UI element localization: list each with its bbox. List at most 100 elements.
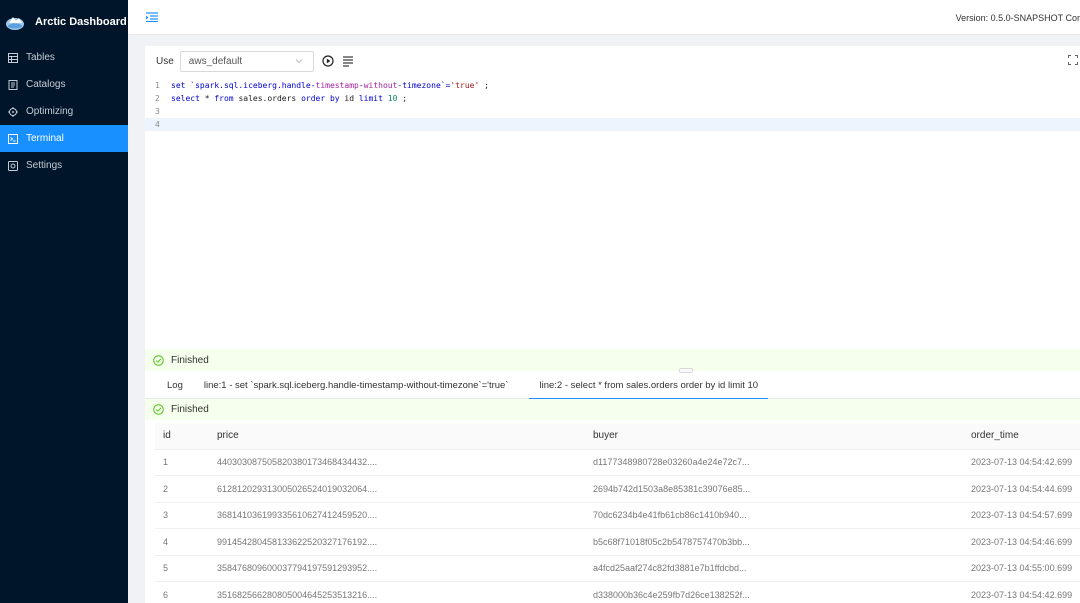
sidebar-item-terminal[interactable]: Terminal — [0, 125, 128, 152]
table-row: 6 351682566280805004645253513216.... d3380… — [155, 581, 1080, 603]
cell-order-time: 2023-07-13 04:54:46.699 — [971, 528, 1080, 556]
table-row: 5 358476809600037794197591293952.... a4fcd… — [155, 555, 1080, 582]
sidebar-item-settings[interactable]: Settings — [0, 152, 128, 179]
cell-price: 368141036199335610627412459520.... — [217, 502, 593, 529]
cell-buyer: b5c68f71018f05c2b5478757470b3bb... — [593, 528, 971, 556]
tab-log[interactable]: Log — [167, 373, 183, 399]
cell-order-time: 2023-07-13 04:54:42.699 — [971, 449, 1080, 476]
sidebar-item-tables[interactable]: Tables — [0, 44, 128, 71]
tab-line-2[interactable]: line:2 - select * from sales.orders orde… — [529, 373, 768, 400]
cell-price: 351682566280805004645253513216.... — [217, 581, 593, 603]
code-token: * — [199, 94, 215, 103]
tab-line-1[interactable]: line:1 - set `spark.sql.iceberg.handle-t… — [204, 373, 509, 399]
cell-id: 2 — [155, 475, 217, 503]
code-line: 2 select * from sales.orders order by id… — [145, 92, 1080, 105]
check-circle-icon — [153, 404, 164, 415]
line-number: 3 — [155, 107, 160, 116]
code-line: 1 set `spark.sql.iceberg.handle-timestam… — [145, 79, 1080, 92]
column-header-price: price — [217, 423, 593, 450]
sidebar-item-label: Catalogs — [26, 79, 66, 90]
code-token: without — [363, 81, 398, 90]
table-row: 4 991454280458133622520327176192.... b5c68… — [155, 528, 1080, 556]
cell-order-time: 2023-07-13 04:55:00.699 — [971, 555, 1080, 582]
table-header-row: id price buyer order_time — [155, 423, 1080, 450]
cell-price: 612812029313005026524019032064.... — [217, 475, 593, 503]
sidebar-item-label: Tables — [26, 52, 55, 63]
sidebar-menu: Tables Catalogs Optimizing Terminal Sett… — [0, 44, 128, 179]
catalog-icon — [8, 79, 18, 90]
top-header: Version: 0.5.0-SNAPSHOT Cor — [128, 0, 1080, 35]
execution-status: Finished — [145, 349, 1080, 371]
status-text: Finished — [171, 404, 209, 415]
check-circle-icon — [153, 354, 164, 366]
version-label: Version: 0.5.0-SNAPSHOT Cor — [955, 13, 1080, 23]
code-token: ; — [479, 81, 489, 90]
code-line-current: 4 — [145, 118, 1080, 131]
column-header-order-time: order_time — [971, 423, 1080, 450]
line-number: 1 — [155, 81, 160, 90]
cell-buyer: 70dc6234b4e41fb61cb86c1410b940... — [593, 502, 971, 529]
cell-id: 4 — [155, 528, 217, 556]
sql-editor[interactable]: 1 set `spark.sql.iceberg.handle-timestam… — [145, 79, 1080, 349]
format-icon[interactable] — [342, 55, 354, 67]
table-row: 1 440303087505820380173468434432.... d1177… — [155, 449, 1080, 476]
cell-order-time: 2023-07-13 04:54:57.699 — [971, 502, 1080, 529]
cell-buyer: a4fcd25aaf274c82fd3881e7b1ffdcbd... — [593, 555, 971, 582]
cell-id: 6 — [155, 581, 217, 603]
sidebar-item-label: Optimizing — [26, 106, 74, 117]
optimizing-icon — [8, 106, 18, 117]
catalog-select[interactable]: aws_default — [179, 50, 314, 72]
status-text: Finished — [171, 354, 209, 366]
code-token: id — [339, 94, 359, 103]
code-token: 'true' — [450, 81, 480, 90]
brand[interactable]: Arctic Dashboard — [0, 0, 128, 44]
code-token: sales.orders — [233, 94, 302, 103]
app-title: Arctic Dashboard — [35, 16, 127, 28]
run-icon[interactable] — [322, 55, 334, 67]
cell-price: 440303087505820380173468434432.... — [217, 449, 593, 476]
cell-price: 358476809600037794197591293952.... — [217, 555, 593, 582]
fullscreen-icon[interactable] — [1068, 55, 1078, 65]
column-header-buyer: buyer — [593, 423, 971, 450]
cell-buyer: d338000b36c4e259fb7d26ce138252f... — [593, 581, 971, 603]
sidebar-item-optimizing[interactable]: Optimizing — [0, 98, 128, 125]
code-token: timestamp — [315, 81, 359, 90]
cell-order-time: 2023-07-13 04:54:42.699 — [971, 581, 1080, 603]
line-number: 4 — [155, 120, 160, 129]
sidebar-item-label: Settings — [26, 160, 63, 171]
table-row: 3 368141036199335610627412459520.... 70dc6… — [155, 502, 1080, 529]
table-body: 1 440303087505820380173468434432.... d1177… — [155, 449, 1080, 603]
code-token: -timezone`= — [397, 81, 451, 90]
code-token: select — [171, 94, 200, 103]
code-token: set `spark.sql.iceberg.handle- — [171, 81, 316, 90]
terminal-toolbar: Use aws_default — [145, 46, 1080, 76]
code-token: 10 — [387, 94, 398, 103]
arctic-logo-icon — [6, 17, 24, 30]
use-label: Use — [156, 55, 174, 67]
code-token: limit — [358, 94, 383, 103]
sidebar: Arctic Dashboard Tables Catalogs Optimiz… — [0, 0, 128, 603]
code-line: 3 — [145, 105, 1080, 118]
chevron-down-icon — [295, 58, 303, 63]
column-header-id: id — [155, 423, 217, 450]
terminal-icon — [8, 133, 18, 144]
cell-buyer: d1177348980728e03260a4e24e72c7... — [593, 449, 971, 476]
code-text: select * from sales.orders order by id l… — [171, 94, 407, 103]
sidebar-item-catalogs[interactable]: Catalogs — [0, 71, 128, 98]
table-row: 2 612812029313005026524019032064.... 2694b… — [155, 475, 1080, 503]
menu-collapse-icon[interactable] — [146, 12, 158, 22]
sidebar-item-label: Terminal — [26, 133, 64, 144]
code-token: ; — [397, 94, 408, 103]
cell-buyer: 2694b742d1503a8e85381c39076e85... — [593, 475, 971, 503]
cell-order-time: 2023-07-13 04:54:44.699 — [971, 475, 1080, 503]
code-token: order by — [301, 94, 340, 103]
code-token: from — [214, 94, 234, 103]
result-tabs: Log line:1 - set `spark.sql.iceberg.hand… — [145, 373, 1080, 400]
terminal-panel: Use aws_default 1 set `spark.sql.iceberg… — [145, 46, 1080, 603]
settings-icon — [8, 160, 18, 171]
line-number: 2 — [155, 94, 160, 103]
result-table: id price buyer order_time 1 4403030875058… — [155, 423, 1080, 603]
code-text: set `spark.sql.iceberg.handle-timestamp -… — [171, 81, 489, 90]
result-status: Finished — [145, 399, 1080, 420]
cell-id: 1 — [155, 449, 217, 476]
